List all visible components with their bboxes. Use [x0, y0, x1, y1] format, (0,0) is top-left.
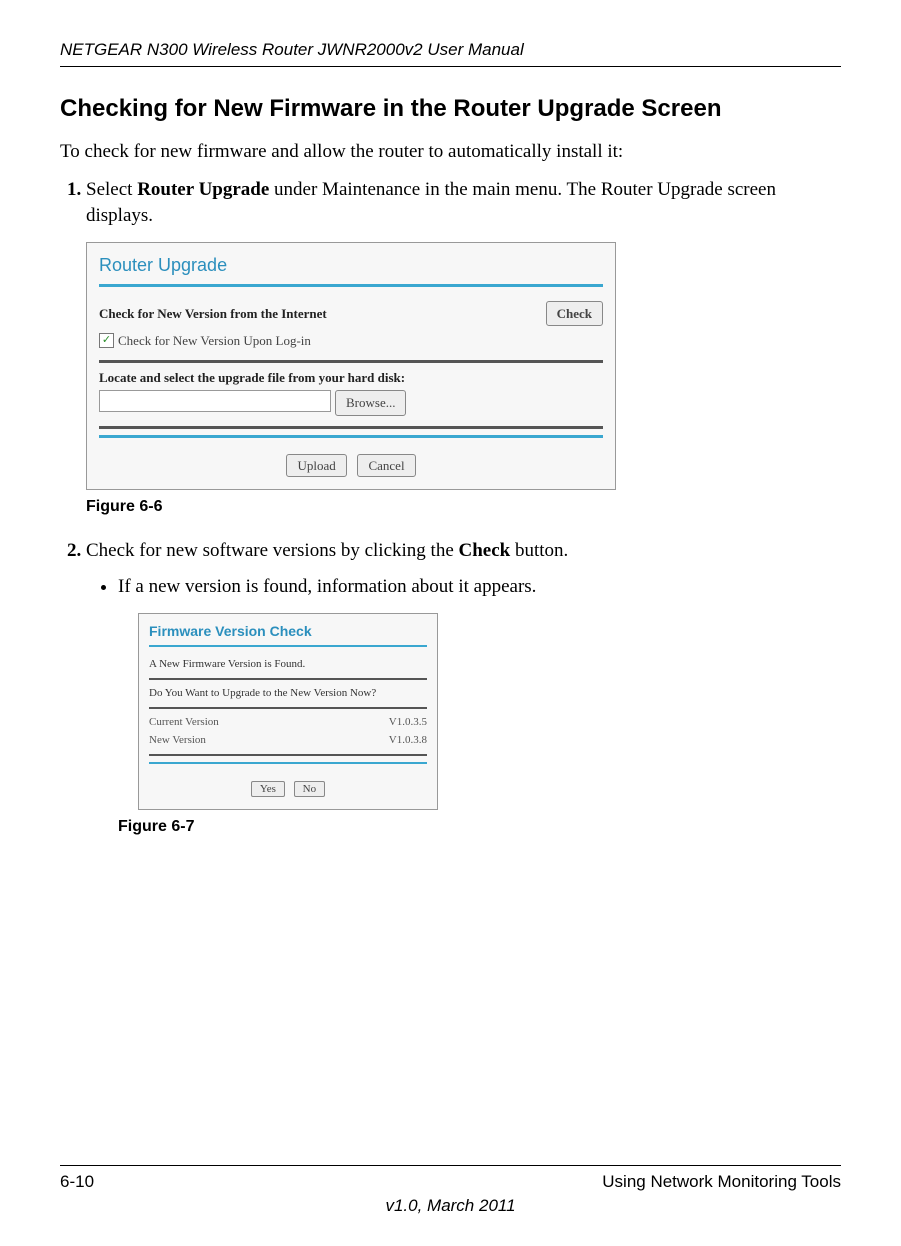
step-1: Select Router Upgrade under Maintenance …: [86, 177, 841, 518]
step2-text-after: button.: [510, 540, 568, 561]
yes-button[interactable]: Yes: [251, 781, 285, 797]
page-header: NETGEAR N300 Wireless Router JWNR2000v2 …: [60, 40, 841, 67]
step-2: Check for new software versions by click…: [86, 538, 841, 838]
divider: [149, 762, 427, 764]
new-version-value: V1.0.3.8: [389, 733, 427, 748]
intro-text: To check for new firmware and allow the …: [60, 141, 841, 163]
checkbox-label: Check for New Version Upon Log-in: [118, 332, 311, 350]
steps-list: Select Router Upgrade under Maintenance …: [60, 177, 841, 838]
file-row: Browse...: [99, 390, 603, 416]
check-row: Check for New Version from the Internet …: [99, 301, 603, 327]
divider: [99, 360, 603, 363]
footer-section: Using Network Monitoring Tools: [602, 1172, 841, 1192]
divider: [149, 678, 427, 680]
current-version-label: Current Version: [149, 715, 219, 730]
new-version-row: New Version V1.0.3.8: [149, 733, 427, 748]
figure-6-7-block: Firmware Version Check A New Firmware Ve…: [118, 613, 841, 838]
browse-button[interactable]: Browse...: [335, 390, 406, 416]
current-version-row: Current Version V1.0.3.5: [149, 715, 427, 730]
new-version-label: New Version: [149, 733, 206, 748]
locate-label: Locate and select the upgrade file from …: [99, 369, 603, 387]
step2-sub-text: If a new version is found, information a…: [118, 576, 536, 597]
action-row: Yes No: [149, 774, 427, 800]
step2-bold: Check: [459, 540, 511, 561]
no-button[interactable]: No: [294, 781, 325, 797]
checkbox-row: ✓ Check for New Version Upon Log-in: [99, 332, 603, 350]
divider: [99, 435, 603, 438]
step1-bold: Router Upgrade: [137, 179, 269, 200]
checkbox-icon[interactable]: ✓: [99, 333, 114, 348]
router-upgrade-screenshot: Router Upgrade Check for New Version fro…: [86, 242, 616, 490]
manual-page: NETGEAR N300 Wireless Router JWNR2000v2 …: [0, 0, 901, 1246]
divider: [149, 754, 427, 756]
section-heading: Checking for New Firmware in the Router …: [60, 95, 841, 123]
figure-6-6-caption: Figure 6-6: [86, 496, 841, 518]
page-footer: 6-10 Using Network Monitoring Tools v1.0…: [60, 1165, 841, 1216]
cancel-button[interactable]: Cancel: [357, 454, 415, 477]
footer-version: v1.0, March 2011: [60, 1196, 841, 1216]
divider: [99, 284, 603, 287]
divider: [99, 426, 603, 429]
file-path-input[interactable]: [99, 390, 331, 412]
action-row: Upload Cancel: [99, 452, 603, 478]
step1-text-before: Select: [86, 179, 137, 200]
check-button[interactable]: Check: [546, 301, 603, 327]
manual-title: NETGEAR N300 Wireless Router JWNR2000v2 …: [60, 40, 524, 59]
current-version-value: V1.0.3.5: [389, 715, 427, 730]
firmware-check-title: Firmware Version Check: [149, 622, 427, 641]
step2-sub-item: If a new version is found, information a…: [118, 574, 841, 838]
check-label: Check for New Version from the Internet: [99, 305, 327, 323]
router-upgrade-title: Router Upgrade: [99, 253, 603, 277]
figure-6-7-caption: Figure 6-7: [118, 816, 841, 838]
upload-button[interactable]: Upload: [286, 454, 346, 477]
figure-6-6-block: Router Upgrade Check for New Version fro…: [86, 242, 841, 518]
firmware-found-text: A New Firmware Version is Found.: [149, 657, 427, 672]
step2-text-before: Check for new software versions by click…: [86, 540, 459, 561]
firmware-question-text: Do You Want to Upgrade to the New Versio…: [149, 686, 427, 701]
firmware-check-screenshot: Firmware Version Check A New Firmware Ve…: [138, 613, 438, 810]
footer-row: 6-10 Using Network Monitoring Tools: [60, 1172, 841, 1192]
divider: [149, 707, 427, 709]
divider: [149, 645, 427, 647]
step2-sublist: If a new version is found, information a…: [86, 574, 841, 838]
page-number: 6-10: [60, 1172, 94, 1192]
